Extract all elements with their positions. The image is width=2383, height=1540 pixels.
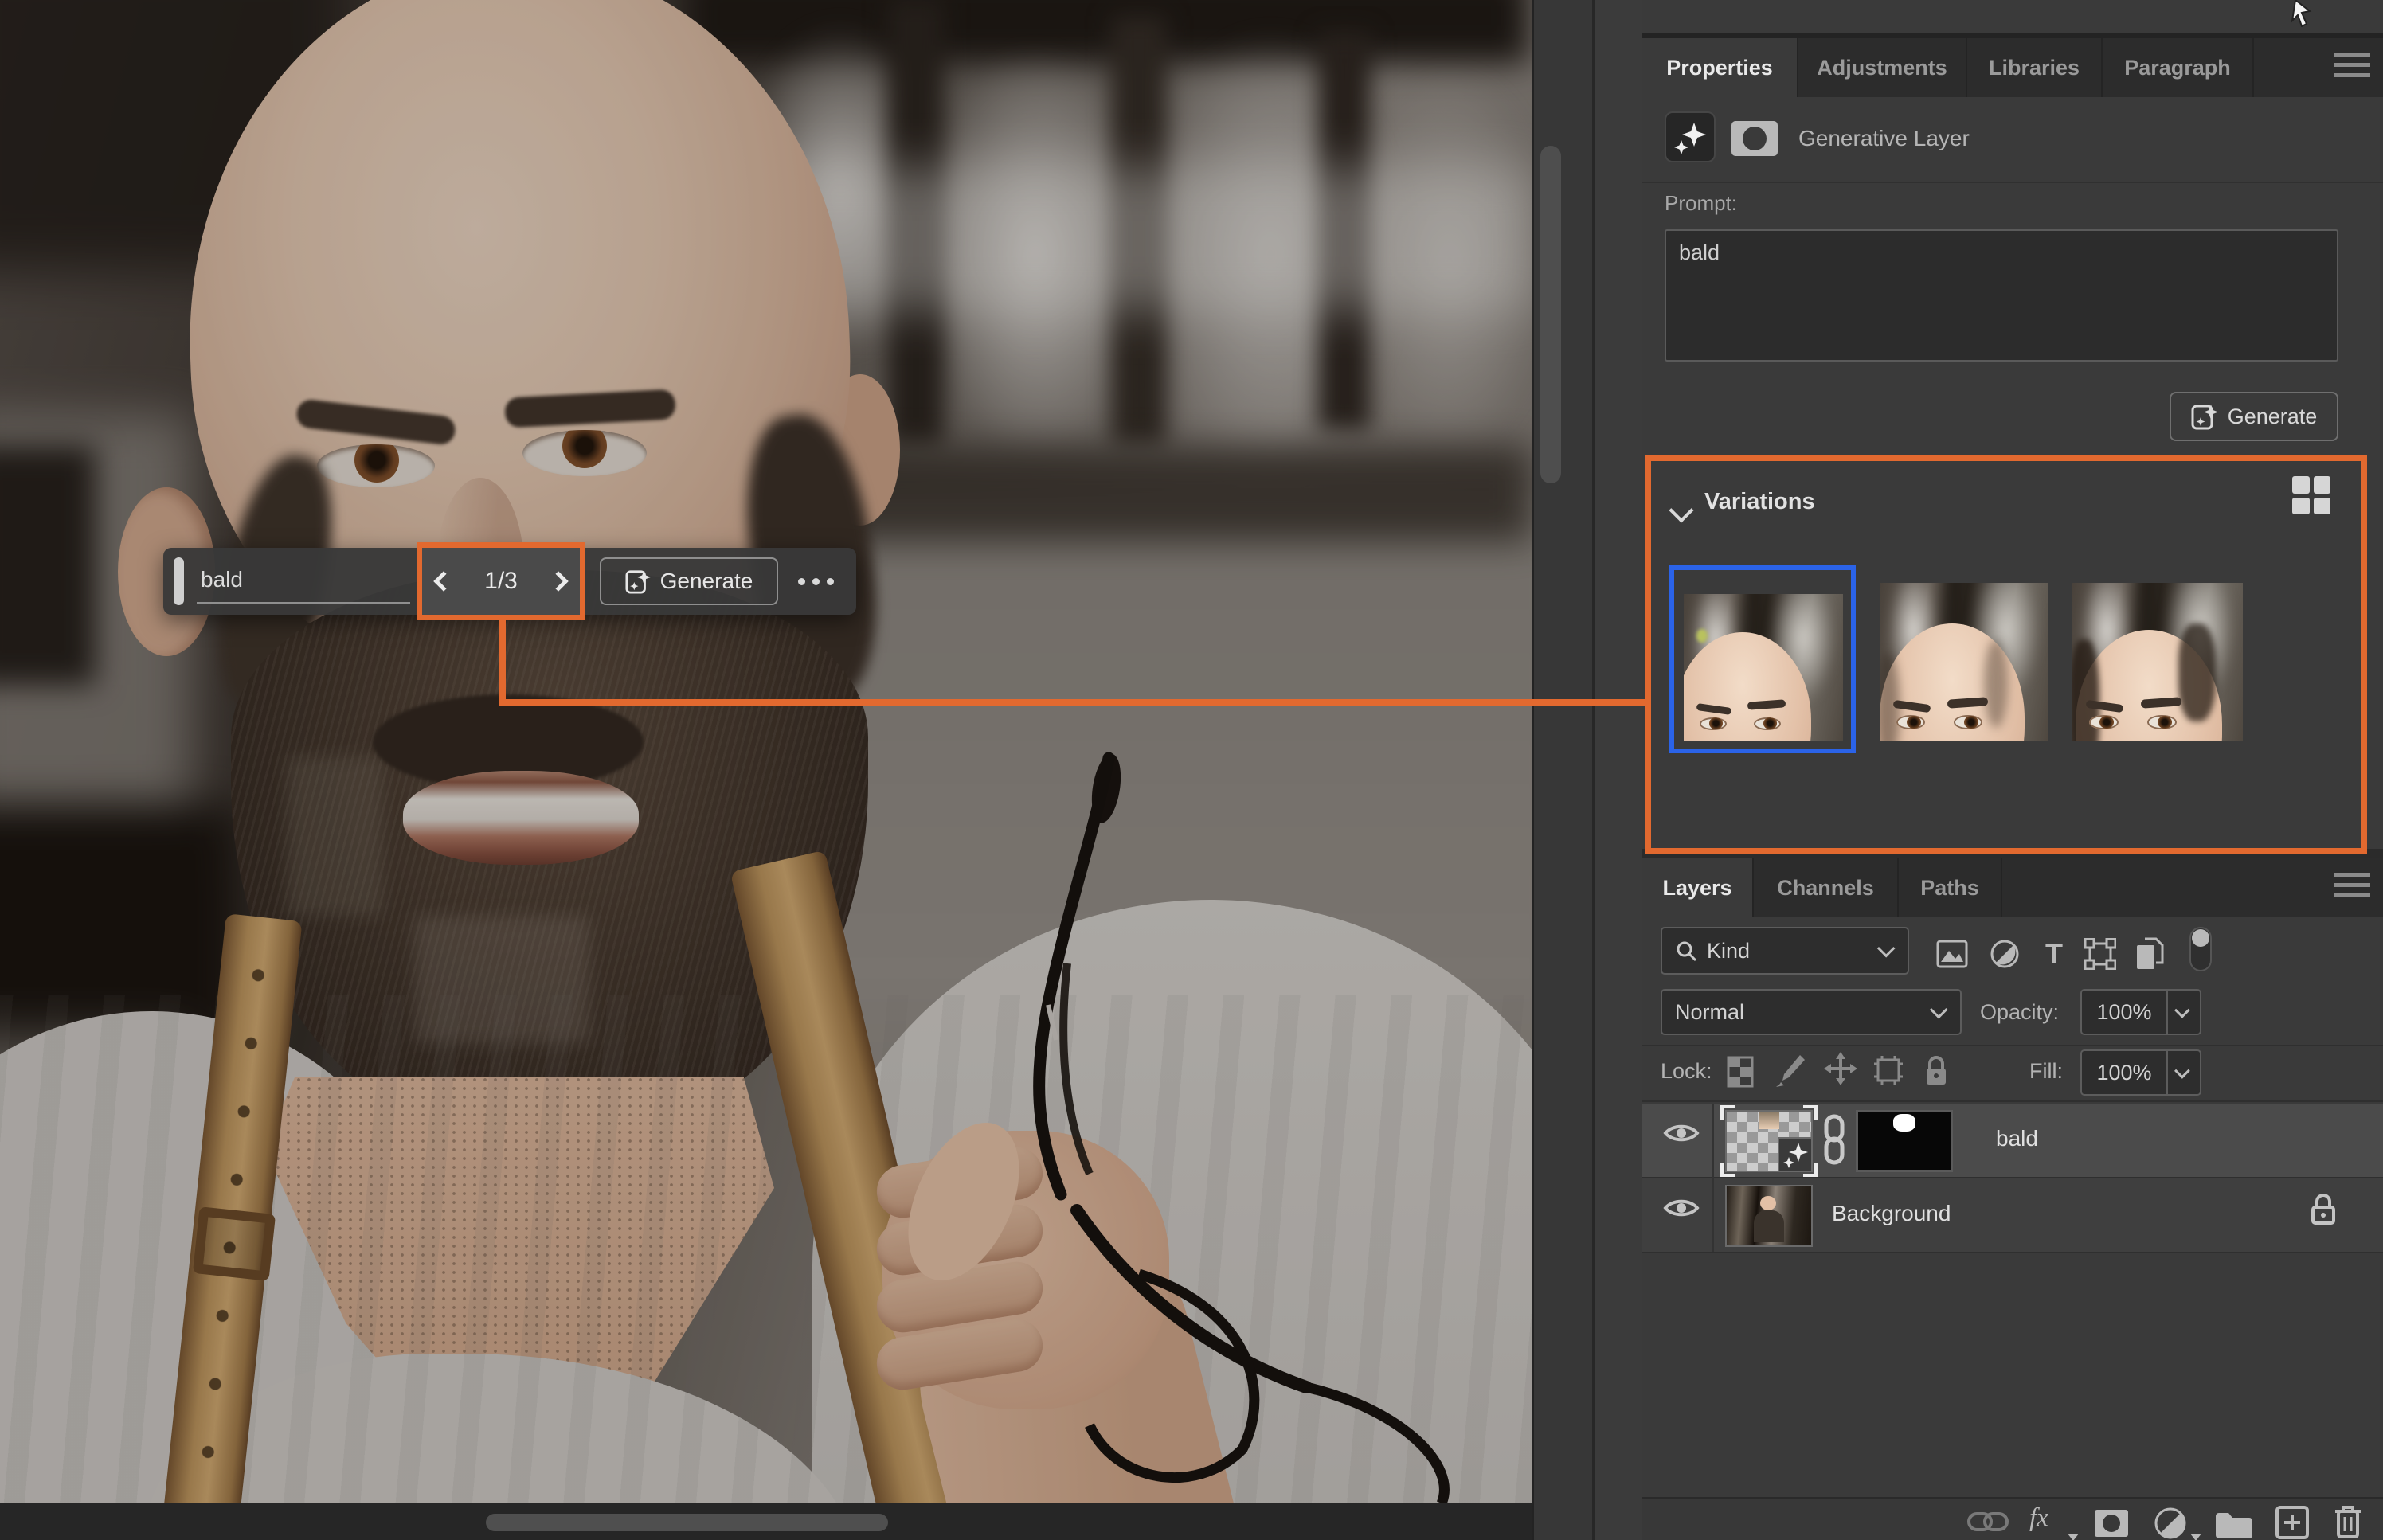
divider <box>1642 1177 2383 1178</box>
kind-filter-dropdown[interactable]: Kind <box>1661 927 1909 975</box>
filter-smart-objects-icon[interactable] <box>2131 936 2168 971</box>
prompt-label: Prompt: <box>1665 191 1737 216</box>
chevron-down-icon <box>1877 940 1896 958</box>
generate-button-taskbar[interactable]: Generate <box>600 557 778 605</box>
tab-paths[interactable]: Paths <box>1899 858 2002 917</box>
chevron-down-icon <box>1930 1001 1948 1019</box>
new-group-folder-icon[interactable] <box>2214 1510 2254 1538</box>
tab-layers[interactable]: Layers <box>1642 858 1754 917</box>
layer-style-fx-icon[interactable]: fx <box>2029 1503 2048 1533</box>
opacity-label: Opacity: <box>1980 1000 2059 1025</box>
tab-adjustments[interactable]: Adjustments <box>1798 38 1967 97</box>
layer-lock-icon <box>2310 1191 2337 1230</box>
tab-libraries[interactable]: Libraries <box>1967 38 2103 97</box>
divider <box>1642 1100 2383 1102</box>
lock-all-icon[interactable] <box>1918 1053 1955 1088</box>
blend-mode-dropdown[interactable]: Normal <box>1661 989 1962 1035</box>
variation-thumbnail-1[interactable] <box>1684 594 1843 741</box>
prompt-inline-input[interactable]: bald <box>201 567 243 592</box>
lock-image-icon[interactable] <box>1773 1053 1810 1088</box>
divider <box>1642 1252 2383 1253</box>
lock-artboard-icon[interactable] <box>1870 1053 1907 1088</box>
filter-type-layers-icon[interactable]: T <box>2036 936 2072 971</box>
layer-type-label: Generative Layer <box>1798 126 1970 151</box>
visibility-eye-icon[interactable] <box>1663 1196 1701 1221</box>
callout-connector-vertical <box>499 620 506 705</box>
more-options-icon[interactable] <box>798 575 849 588</box>
tab-paragraph[interactable]: Paragraph <box>2103 38 2254 97</box>
layer-thumbnail-background[interactable] <box>1725 1185 1813 1247</box>
lock-position-icon[interactable] <box>1822 1051 1859 1086</box>
vertical-scrollbar[interactable] <box>1540 146 1561 483</box>
divider <box>1712 1104 1714 1252</box>
filter-pixel-layers-icon[interactable] <box>1934 936 1970 971</box>
new-adjustment-layer-icon[interactable] <box>2154 1507 2187 1540</box>
layer-thumbnail-bald[interactable] <box>1725 1110 1813 1172</box>
fill-label: Fill: <box>2029 1059 2063 1084</box>
mouse-cursor <box>2291 0 2315 27</box>
layers-bottom-toolbar <box>1642 1497 2383 1540</box>
mask-link-icon[interactable] <box>1822 1113 1846 1166</box>
layer-mask-thumbnail[interactable] <box>1856 1110 1953 1172</box>
tab-channels[interactable]: Channels <box>1754 858 1899 917</box>
caret-icon <box>2068 1534 2079 1540</box>
fill-value-dropdown[interactable]: 100% <box>2080 1049 2201 1096</box>
chevron-down-icon <box>2168 1006 2200 1018</box>
layer-name[interactable]: Background <box>1832 1201 1951 1226</box>
photoshop-workspace: Properties Adjustments Libraries Paragra… <box>0 0 2383 1540</box>
link-layers-icon[interactable] <box>1967 1510 2009 1534</box>
task-bar-drag-handle[interactable] <box>174 557 184 605</box>
horizontal-scrollbar[interactable] <box>486 1514 888 1531</box>
dock-edge <box>1595 0 1642 1540</box>
divider <box>1642 1045 2383 1046</box>
prompt-input-underline <box>197 602 410 604</box>
chevron-down-icon <box>2168 1067 2200 1078</box>
variation-thumbnail-3[interactable] <box>2072 583 2243 741</box>
properties-tab-bar: Properties Adjustments Libraries Paragra… <box>1642 38 2383 97</box>
generate-sparkle-icon <box>2191 403 2218 430</box>
generate-sparkle-icon <box>625 569 651 594</box>
canvas-image[interactable] <box>0 0 1532 1503</box>
next-variation-icon[interactable] <box>548 571 568 591</box>
canvas-dim-overlay <box>0 0 1532 1503</box>
callout-connector-horizontal <box>499 699 1647 706</box>
new-layer-icon[interactable] <box>2275 1505 2310 1540</box>
grid-view-icon[interactable] <box>2292 476 2330 514</box>
add-layer-mask-icon[interactable] <box>2093 1508 2130 1538</box>
lock-label: Lock: <box>1661 1059 1712 1084</box>
caret-icon <box>2190 1534 2201 1540</box>
filtering-toggle[interactable] <box>2182 932 2219 967</box>
filter-shape-layers-icon[interactable] <box>2082 936 2119 971</box>
generative-sparkle-button[interactable] <box>1665 111 1716 162</box>
variations-title: Variations <box>1704 489 1815 515</box>
variation-pager-highlight: 1/3 <box>417 542 585 620</box>
layer-name[interactable]: bald <box>1996 1126 2038 1151</box>
delete-layer-trash-icon[interactable] <box>2332 1503 2364 1540</box>
filter-adjustment-layers-icon[interactable] <box>1986 936 2023 971</box>
previous-variation-icon[interactable] <box>433 571 453 591</box>
divider <box>1642 182 2383 183</box>
opacity-value-dropdown[interactable]: 100% <box>2080 989 2201 1035</box>
prompt-textarea[interactable]: bald <box>1665 229 2338 362</box>
sparkles-icon <box>1673 119 1708 154</box>
variation-thumbnail-2[interactable] <box>1880 583 2048 741</box>
panel-menu-icon[interactable] <box>2334 53 2370 81</box>
generate-button[interactable]: Generate <box>2170 392 2338 441</box>
dock-header <box>1642 0 2383 33</box>
tab-properties[interactable]: Properties <box>1642 38 1798 97</box>
generative-badge-icon <box>1778 1137 1813 1172</box>
panel-menu-icon[interactable] <box>2334 873 2370 901</box>
visibility-eye-icon[interactable] <box>1663 1121 1701 1147</box>
lock-transparency-icon[interactable] <box>1722 1054 1759 1089</box>
search-icon <box>1675 940 1697 962</box>
layers-tab-bar: Layers Channels Paths <box>1642 858 2383 917</box>
layer-mask-icon <box>1731 121 1778 156</box>
variation-counter: 1/3 <box>484 568 518 595</box>
